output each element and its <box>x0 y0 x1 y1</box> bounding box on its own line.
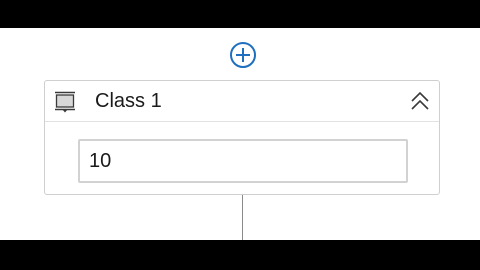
flow-connector-line <box>242 195 243 240</box>
value-input[interactable] <box>78 139 408 183</box>
activity-card[interactable]: Class 1 <box>44 80 440 195</box>
designer-canvas: Class 1 <box>0 28 480 240</box>
container-activity-icon <box>54 89 76 113</box>
add-activity-button[interactable] <box>229 41 257 69</box>
collapse-button[interactable] <box>409 90 431 112</box>
activity-title: Class 1 <box>95 90 162 112</box>
plus-circle-icon <box>230 42 256 68</box>
activity-header: Class 1 <box>45 81 439 122</box>
activity-body <box>45 122 439 195</box>
double-chevron-up-icon <box>411 91 429 110</box>
